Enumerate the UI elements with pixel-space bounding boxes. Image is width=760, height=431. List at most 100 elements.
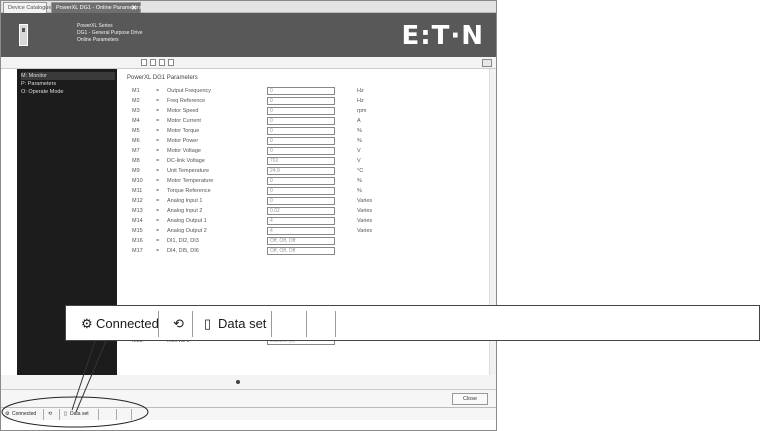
parameter-row: M4 = Motor Current 0 A bbox=[117, 117, 487, 127]
parameter-row: M11 = Torque Reference 0% bbox=[117, 187, 487, 197]
parameter-value-field[interactable]: Off, Off, Off bbox=[267, 247, 335, 255]
parameter-code: M8 bbox=[132, 158, 140, 164]
edit-icon[interactable] bbox=[159, 59, 165, 66]
parameter-value-field[interactable]: 4 bbox=[267, 217, 335, 225]
equals-sign: = bbox=[156, 188, 160, 194]
toolbar bbox=[1, 57, 496, 69]
parameter-unit: % bbox=[357, 138, 362, 144]
application-window: Device Catalogue PowerXL DG1 - Online Pa… bbox=[0, 0, 497, 431]
parameter-code: M11 bbox=[132, 188, 143, 194]
callout-data-set[interactable]: Data set bbox=[218, 315, 266, 333]
tree-item-parameters[interactable]: P: Parameters bbox=[21, 80, 115, 88]
parameter-unit: Varies bbox=[357, 208, 373, 214]
parameter-unit: Varies bbox=[357, 218, 373, 224]
equals-sign: = bbox=[156, 178, 160, 184]
save-icon[interactable] bbox=[141, 59, 147, 66]
status-bar-zoom-callout: ⚙ Connected ⟲ ▯ Data set bbox=[65, 305, 760, 341]
parameter-name: Torque Reference bbox=[167, 188, 211, 194]
parameter-row: M6 = Motor Power 0% bbox=[117, 137, 487, 147]
equals-sign: = bbox=[156, 198, 160, 204]
view-options-icon[interactable] bbox=[482, 59, 492, 67]
tab-label: Device Catalogue bbox=[8, 5, 52, 11]
parameter-code: M7 bbox=[132, 148, 140, 154]
parameter-value-field[interactable]: 4 bbox=[267, 227, 335, 235]
sync-icon[interactable]: ⟲ bbox=[48, 410, 52, 418]
parameter-value-field[interactable]: 0 bbox=[267, 107, 335, 115]
status-data-set[interactable]: Data set bbox=[70, 410, 89, 418]
parameter-code: M1 bbox=[132, 88, 140, 94]
parameter-value-field[interactable]: 24.9 bbox=[267, 167, 335, 175]
parameter-code: M14 bbox=[132, 218, 143, 224]
parameter-row: M3 = Motor Speed 0 rpm bbox=[117, 107, 487, 117]
eaton-logo: E:T·N bbox=[401, 21, 484, 51]
parameter-value-field[interactable]: 0 bbox=[267, 177, 335, 185]
parameter-value-field[interactable]: 0 bbox=[267, 187, 335, 195]
parameter-row: M2 = Freq Reference 0 Hz bbox=[117, 97, 487, 107]
equals-sign: = bbox=[156, 88, 160, 94]
parameter-code: M6 bbox=[132, 138, 140, 144]
parameter-name: DI4, DI5, DI6 bbox=[167, 248, 199, 254]
connected-icon: ⚙ bbox=[81, 316, 93, 331]
divider bbox=[306, 311, 307, 337]
parameter-code: M17 bbox=[132, 248, 143, 254]
parameter-name: Motor Voltage bbox=[167, 148, 201, 154]
divider bbox=[192, 311, 193, 337]
parameter-code: M5 bbox=[132, 128, 140, 134]
parameter-value-field[interactable]: 0 bbox=[267, 147, 335, 155]
button-bar: Close bbox=[1, 389, 496, 407]
parameter-unit: % bbox=[357, 188, 362, 194]
parameter-value-field[interactable]: 0 bbox=[267, 127, 335, 135]
pane-splitter[interactable] bbox=[1, 375, 496, 389]
parameter-unit: Hz bbox=[357, 98, 364, 104]
parameter-code: M4 bbox=[132, 118, 140, 124]
parameter-code: M15 bbox=[132, 228, 143, 234]
settings-icon[interactable] bbox=[168, 59, 174, 66]
parameter-value-field[interactable]: 0 bbox=[267, 197, 335, 205]
divider bbox=[335, 311, 336, 337]
parameter-row: M7 = Motor Voltage 0 V bbox=[117, 147, 487, 157]
tree-item-monitor[interactable]: M: Monitor bbox=[21, 72, 115, 80]
parameter-row: M5 = Motor Torque 0% bbox=[117, 127, 487, 137]
parameter-unit: V bbox=[357, 158, 361, 164]
parameter-row: M1 = Output Frequency 0 Hz bbox=[117, 87, 487, 97]
banner-device: DG1 - General Purpose Drive bbox=[77, 30, 143, 36]
parameter-unit: Varies bbox=[357, 198, 373, 204]
parameter-value-field[interactable]: 702 bbox=[267, 157, 335, 165]
parameter-value-field[interactable]: 0 bbox=[267, 137, 335, 145]
equals-sign: = bbox=[156, 228, 160, 234]
parameter-value-field[interactable]: 0 bbox=[267, 117, 335, 125]
tab-online-parameters[interactable]: PowerXL DG1 - Online Parameters ✕ bbox=[51, 2, 142, 13]
parameter-row: M13 = Analog Input 2 0.02 Varies bbox=[117, 207, 487, 217]
divider bbox=[59, 409, 60, 420]
tab-device-catalogue[interactable]: Device Catalogue bbox=[3, 2, 51, 13]
parameter-row: M14 = Analog Output 1 4 Varies bbox=[117, 217, 487, 227]
parameter-code: M2 bbox=[132, 98, 140, 104]
close-button[interactable]: Close bbox=[452, 393, 488, 405]
divider bbox=[43, 409, 44, 420]
tree-item-operate-mode[interactable]: O: Operate Mode bbox=[21, 88, 115, 96]
parameter-code: M16 bbox=[132, 238, 143, 244]
equals-sign: = bbox=[156, 208, 160, 214]
parameter-value-field[interactable]: Off, Off, Off bbox=[267, 237, 335, 245]
tab-bar: Device Catalogue PowerXL DG1 - Online Pa… bbox=[1, 1, 496, 13]
equals-sign: = bbox=[156, 238, 160, 244]
equals-sign: = bbox=[156, 138, 160, 144]
sync-icon[interactable]: ⟲ bbox=[173, 315, 184, 333]
equals-sign: = bbox=[156, 98, 160, 104]
divider bbox=[98, 409, 99, 420]
splitter-handle-icon[interactable] bbox=[236, 380, 240, 384]
connected-icon: ⚙ bbox=[5, 411, 10, 417]
parameter-name: DC-link Voltage bbox=[167, 158, 205, 164]
parameter-row: M9 = Unit Temperature 24.9 °C bbox=[117, 167, 487, 177]
copy-icon[interactable] bbox=[150, 59, 156, 66]
parameter-code: M3 bbox=[132, 108, 140, 114]
parameter-value-field[interactable]: 0 bbox=[267, 87, 335, 95]
parameter-row: M8 = DC-link Voltage 702 V bbox=[117, 157, 487, 167]
data-set-icon: ▯ bbox=[204, 316, 212, 331]
tab-label: PowerXL DG1 - Online Parameters bbox=[56, 5, 142, 11]
drive-device-icon bbox=[19, 24, 28, 46]
parameter-unit: Hz bbox=[357, 88, 364, 94]
parameter-value-field[interactable]: 0.02 bbox=[267, 207, 335, 215]
parameter-value-field[interactable]: 0 bbox=[267, 97, 335, 105]
parameter-unit: °C bbox=[357, 168, 364, 174]
